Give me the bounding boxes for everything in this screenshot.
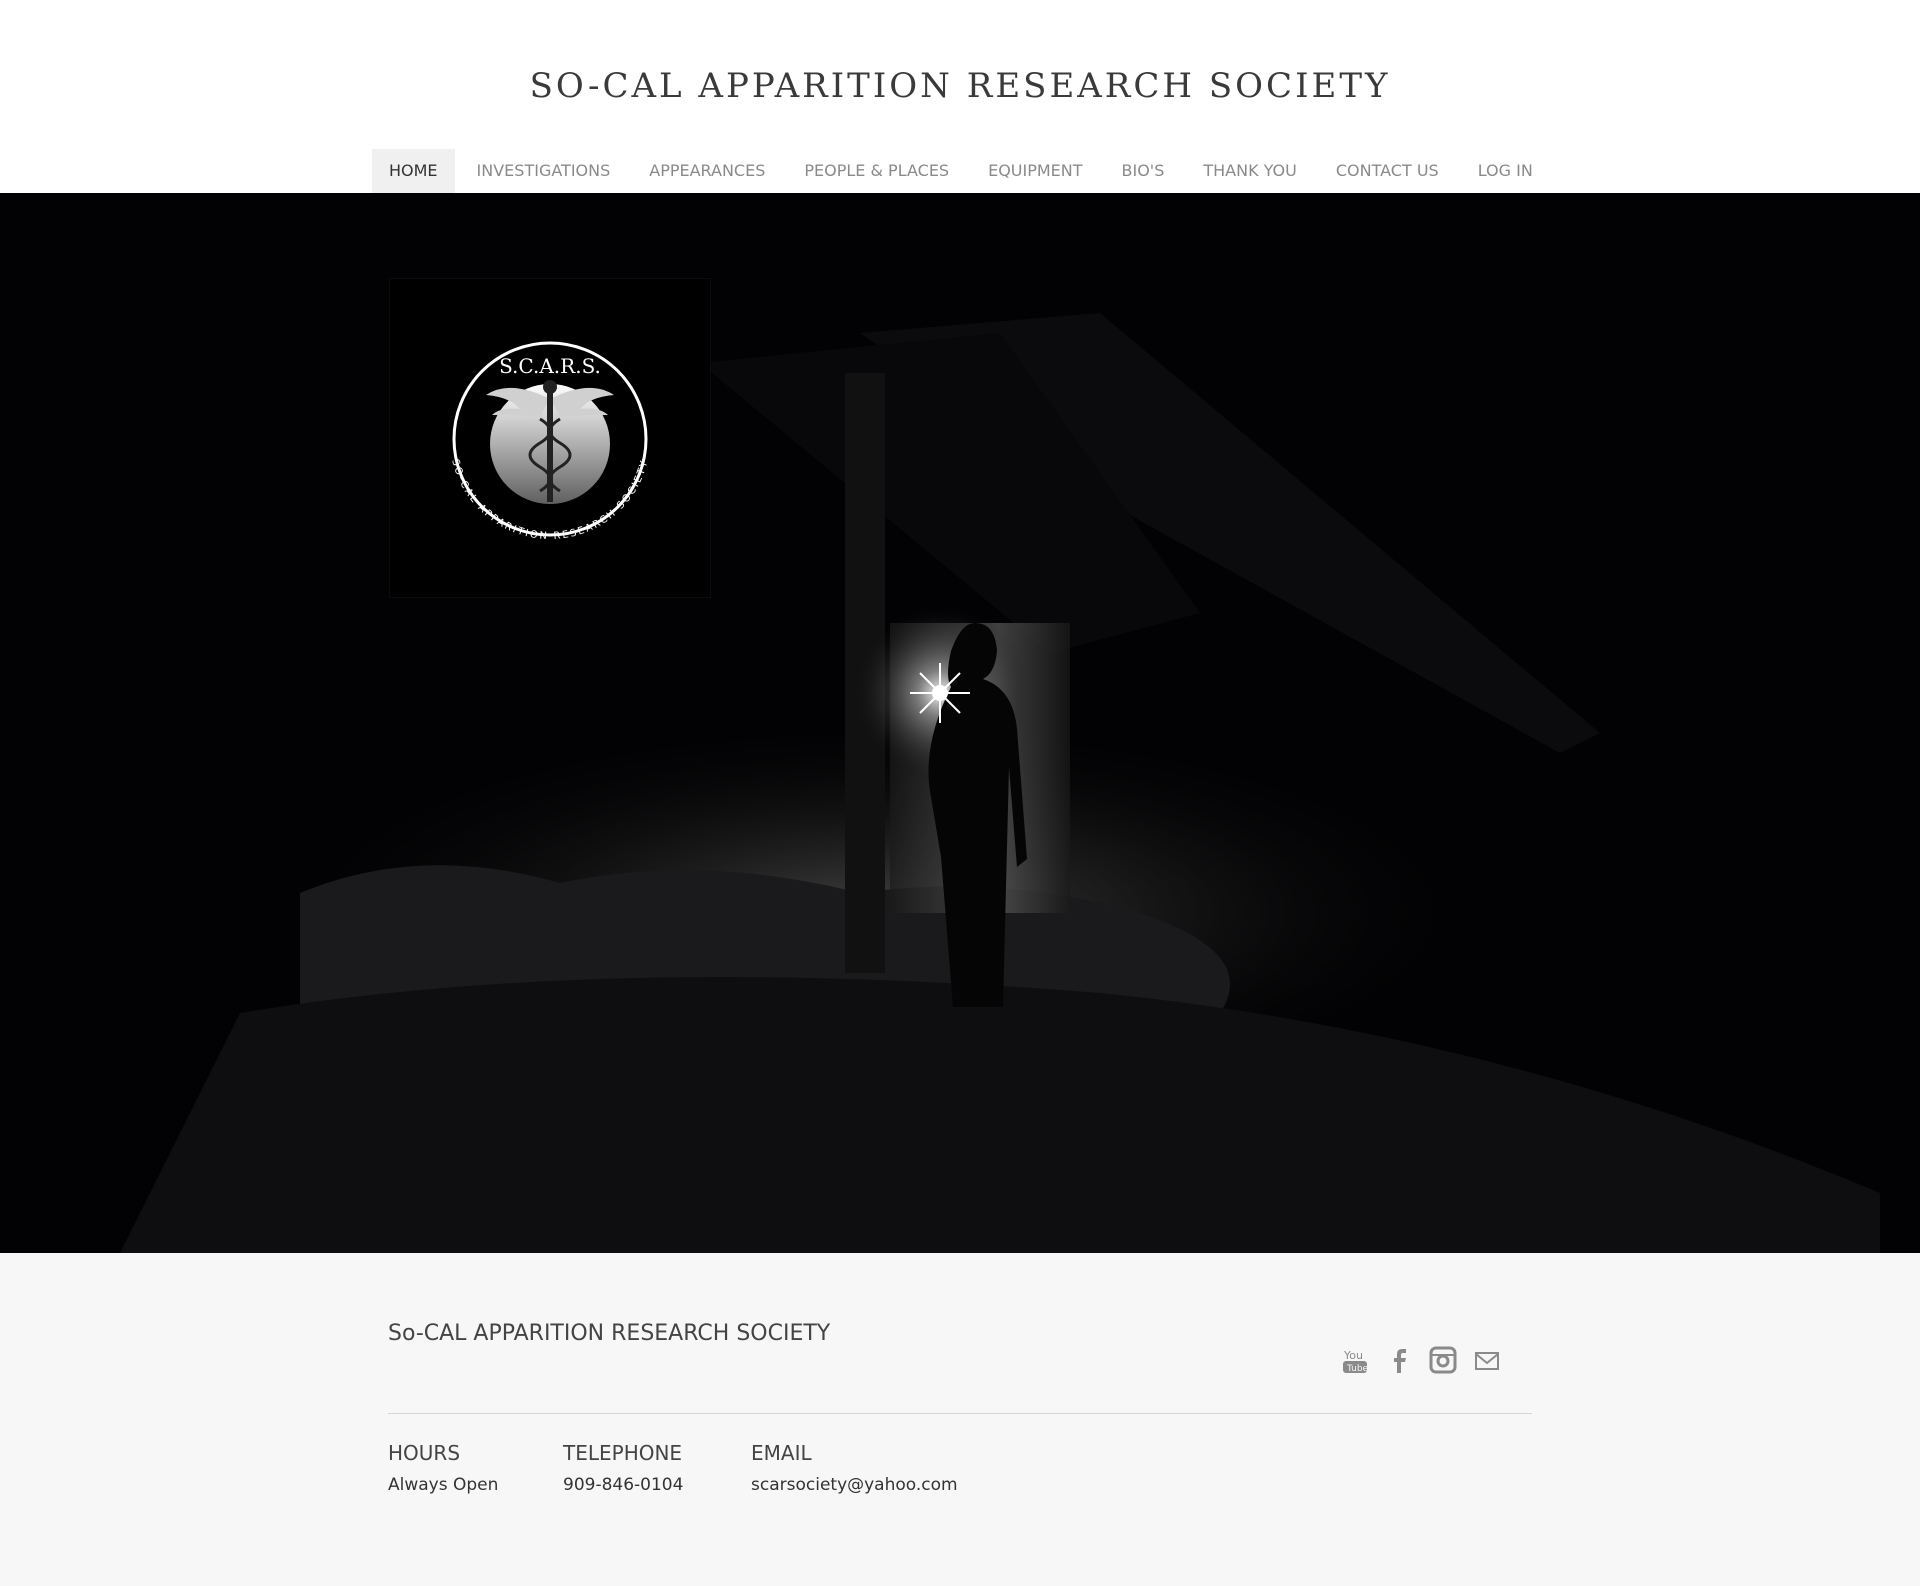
footer-title: So-CAL APPARITION RESEARCH SOCIETY <box>388 1321 831 1346</box>
hours-heading: HOURS <box>388 1441 461 1465</box>
nav-log-in[interactable]: LOG IN <box>1461 149 1550 193</box>
email-value[interactable]: scarsociety@yahoo.com <box>751 1475 958 1495</box>
hero-banner: S.C.A.R.S. SO-CAL APPARITION RESEARCH SO… <box>0 193 1920 1253</box>
site-footer: So-CAL APPARITION RESEARCH SOCIETY You Tu… <box>0 1253 1920 1586</box>
logo-box: S.C.A.R.S. SO-CAL APPARITION RESEARCH SO… <box>389 278 711 598</box>
nav-investigations[interactable]: INVESTIGATIONS <box>460 149 628 193</box>
email-block: EMAIL scarsociety@yahoo.com <box>751 1441 958 1495</box>
main-nav: HOME INVESTIGATIONS APPEARANCES PEOPLE &… <box>372 149 1555 193</box>
nav-contact-us[interactable]: CONTACT US <box>1319 149 1456 193</box>
mail-icon[interactable] <box>1472 1345 1502 1375</box>
nav-home[interactable]: HOME <box>372 149 455 193</box>
footer-divider <box>388 1413 1532 1414</box>
facebook-icon[interactable] <box>1384 1345 1414 1375</box>
nav-people-places[interactable]: PEOPLE & PLACES <box>787 149 966 193</box>
youtube-icon[interactable]: You Tube <box>1340 1345 1370 1375</box>
email-heading: EMAIL <box>751 1441 812 1465</box>
logo-top-text: S.C.A.R.S. <box>499 354 601 378</box>
nav-thank-you[interactable]: THANK YOU <box>1186 149 1314 193</box>
nav-appearances[interactable]: APPEARANCES <box>632 149 782 193</box>
site-header: SO-CAL APPARITION RESEARCH SOCIETY HOME … <box>0 0 1920 193</box>
scars-logo[interactable]: S.C.A.R.S. SO-CAL APPARITION RESEARCH SO… <box>390 279 710 597</box>
nav-equipment[interactable]: EQUIPMENT <box>971 149 1099 193</box>
telephone-heading: TELEPHONE <box>563 1441 683 1465</box>
hours-value: Always Open <box>388 1475 499 1495</box>
hours-block: HOURS Always Open <box>388 1441 498 1495</box>
hero-scene-image <box>0 193 1920 1253</box>
svg-text:You: You <box>1343 1349 1363 1362</box>
telephone-value[interactable]: 909-846-0104 <box>563 1475 683 1495</box>
site-title[interactable]: SO-CAL APPARITION RESEARCH SOCIETY <box>0 66 1920 106</box>
nav-bios[interactable]: BIO'S <box>1105 149 1182 193</box>
telephone-block: TELEPHONE 909-846-0104 <box>563 1441 683 1495</box>
svg-text:Tube: Tube <box>1346 1364 1369 1374</box>
instagram-icon[interactable] <box>1428 1345 1458 1375</box>
social-links: You Tube <box>1340 1345 1502 1375</box>
